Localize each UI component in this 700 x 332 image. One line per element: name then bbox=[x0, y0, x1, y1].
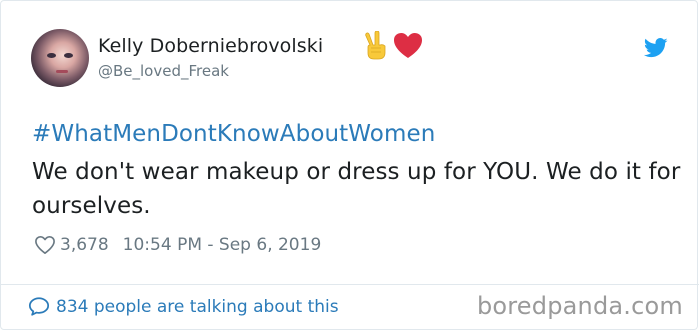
source-watermark: boredpanda.com bbox=[476, 292, 683, 320]
timestamp[interactable]: 10:54 PM - Sep 6, 2019 bbox=[123, 235, 322, 255]
conversation-link[interactable]: 834 people are talking about this bbox=[28, 296, 339, 317]
avatar[interactable] bbox=[31, 29, 89, 87]
speech-bubble-icon bbox=[28, 297, 50, 316]
name-emojis bbox=[365, 31, 422, 60]
avatar-eye bbox=[47, 53, 56, 58]
tweet-text: We don't wear makeup or dress up for YOU… bbox=[32, 159, 681, 219]
victory-hand-icon bbox=[365, 31, 386, 60]
talking-count-label: 834 people are talking about this bbox=[56, 296, 339, 317]
red-heart-icon bbox=[394, 33, 422, 58]
tweet-meta: 3,678 10:54 PM - Sep 6, 2019 bbox=[34, 233, 321, 257]
like-count[interactable]: 3,678 bbox=[60, 235, 109, 255]
author-handle[interactable]: @Be_loved_Freak bbox=[98, 62, 229, 80]
divider bbox=[1, 284, 699, 285]
twitter-bird-icon[interactable] bbox=[644, 38, 668, 58]
avatar-mouth bbox=[56, 70, 68, 73]
heart-icon[interactable] bbox=[34, 235, 56, 255]
avatar-eye bbox=[64, 53, 73, 58]
author-name[interactable]: Kelly Doberniebrovolski bbox=[98, 35, 323, 57]
hashtag-link[interactable]: #WhatMenDontKnowAboutWomen bbox=[32, 121, 435, 147]
tweet-card: Kelly Doberniebrovolski @Be_loved_Freak … bbox=[0, 0, 699, 330]
